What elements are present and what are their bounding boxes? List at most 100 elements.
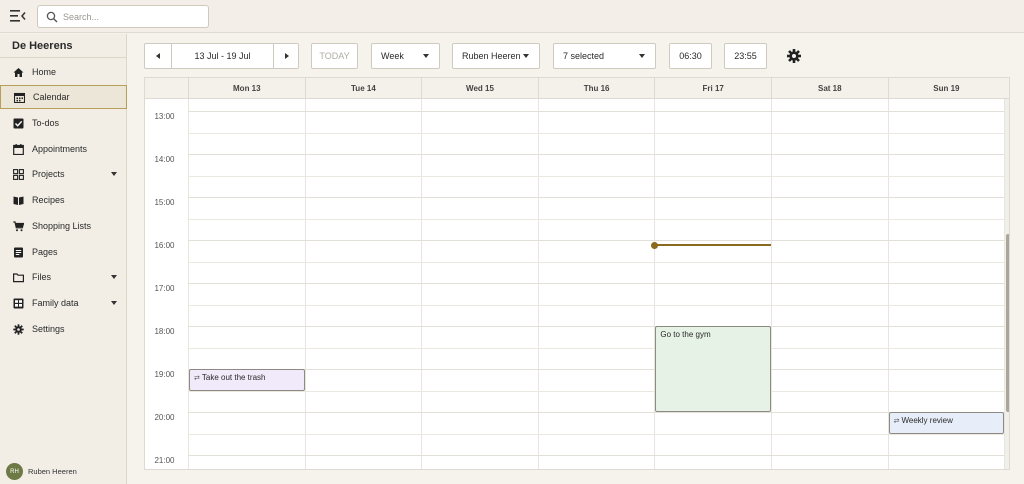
person-select[interactable]: Ruben Heeren: [452, 43, 540, 69]
chevron-down-icon[interactable]: [111, 172, 117, 176]
chevron-down-icon[interactable]: [111, 275, 117, 279]
calendar-blank-icon: [13, 143, 24, 155]
book-icon: [13, 196, 24, 205]
day-header[interactable]: Tue 14: [304, 78, 422, 99]
time-gridline: [188, 455, 1004, 456]
day-header[interactable]: Mon 13: [188, 78, 305, 99]
person-select-value: Ruben Heeren: [462, 51, 521, 61]
week-calendar: Mon 13 Tue 14 Wed 15 Thu 16 Fri 17 Sat 18 Sun …: [144, 77, 1010, 470]
sidebar-item-label: Home: [32, 67, 57, 77]
event-title: Weekly review: [901, 416, 953, 425]
today-button[interactable]: TODAY: [311, 43, 358, 69]
view-select-value: Week: [381, 51, 404, 61]
next-week-button[interactable]: [274, 44, 300, 68]
time-gridline: [188, 347, 1004, 349]
search-icon: [46, 11, 58, 23]
user-name: Ruben Heeren: [28, 467, 77, 476]
current-time-dot: [651, 241, 659, 249]
event-title: Take out the trash: [201, 373, 266, 382]
chevron-down-icon: [523, 54, 529, 58]
top-bar: [0, 0, 1024, 33]
grid-icon: [13, 168, 24, 180]
day-header[interactable]: Sat 18: [771, 78, 888, 99]
sidebar-item-appointments[interactable]: Appointments: [0, 137, 127, 161]
arrow-left-icon: [156, 53, 160, 59]
view-select[interactable]: Week: [371, 43, 440, 69]
sidebar-item-files[interactable]: Files: [0, 265, 127, 289]
date-navigator: 13 Jul - 19 Jul: [144, 43, 299, 69]
sidebar-item-calendar[interactable]: Calendar: [0, 85, 127, 109]
search-input[interactable]: [63, 9, 203, 25]
sidebar-item-label: Appointments: [32, 144, 88, 154]
time-label: 14:00: [154, 155, 175, 164]
sidebar-item-label: Projects: [32, 169, 65, 179]
sidebar-item-label: Calendar: [33, 92, 70, 102]
home-icon: [13, 67, 24, 77]
chevron-down-icon[interactable]: [111, 301, 117, 305]
event-title: Go to the gym: [660, 330, 711, 339]
time-gridline: [188, 175, 1004, 177]
day-header[interactable]: Sun 19: [887, 78, 1005, 99]
date-range-label: 13 Jul - 19 Jul: [171, 44, 274, 68]
sidebar: De Heerens Home Calendar To-dos Appointm…: [0, 34, 127, 484]
recurring-icon: ⇄: [893, 418, 900, 425]
calendars-select[interactable]: 7 selected: [553, 43, 656, 69]
avatar: RH: [6, 463, 23, 480]
time-gridline: [188, 433, 1004, 435]
calendar-event[interactable]: ⇄ Take out the trash: [189, 369, 305, 391]
day-header[interactable]: Wed 15: [421, 78, 538, 99]
time-label: 16:00: [154, 241, 175, 250]
time-gridline: [188, 326, 1004, 327]
sidebar-item-projects[interactable]: Projects: [0, 162, 127, 186]
calendar-event[interactable]: Go to the gym: [655, 326, 771, 412]
calendars-select-value: 7 selected: [563, 51, 605, 61]
time-gridline: [188, 369, 1004, 370]
search-box[interactable]: [37, 5, 209, 28]
sidebar-item-settings[interactable]: Settings: [0, 317, 127, 341]
cart-icon: [13, 220, 24, 231]
day-header[interactable]: Fri 17: [654, 78, 771, 99]
time-gridline: [188, 283, 1004, 284]
brand-title: De Heerens: [0, 34, 126, 58]
current-time-line: [654, 244, 771, 247]
folder-icon: [13, 272, 24, 282]
menu-collapse-icon[interactable]: [10, 9, 26, 23]
sidebar-item-shopping-lists[interactable]: Shopping Lists: [0, 214, 127, 238]
day-header[interactable]: Thu 16: [537, 78, 655, 99]
time-gridline: [188, 197, 1004, 198]
start-time-input[interactable]: 06:30: [669, 43, 712, 69]
checkbox-icon: [13, 118, 24, 128]
chevron-down-icon: [423, 54, 429, 58]
sidebar-item-recipes[interactable]: Recipes: [0, 188, 127, 212]
gear-icon[interactable]: [786, 48, 802, 64]
user-profile[interactable]: RH Ruben Heeren: [6, 463, 77, 480]
sidebar-item-label: To-dos: [32, 118, 60, 128]
time-label: 19:00: [154, 370, 175, 379]
time-gridline: [188, 390, 1004, 392]
sidebar-item-label: Settings: [32, 324, 65, 334]
time-gridline: [188, 240, 1004, 241]
sidebar-item-pages[interactable]: Pages: [0, 240, 127, 264]
sidebar-item-home[interactable]: Home: [0, 60, 127, 84]
calendar-event[interactable]: ⇄ Weekly review: [888, 412, 1005, 434]
calendar-header: Mon 13 Tue 14 Wed 15 Thu 16 Fri 17 Sat 18 Sun …: [145, 78, 1009, 99]
time-gridline: [188, 412, 1004, 413]
time-label: 17:00: [154, 284, 175, 293]
sidebar-item-label: Pages: [32, 247, 58, 257]
previous-week-button[interactable]: [145, 44, 171, 68]
time-gridline: [188, 132, 1004, 134]
chevron-down-icon: [639, 54, 645, 58]
gear-icon: [13, 323, 24, 335]
time-label: 18:00: [154, 327, 175, 336]
sidebar-item-family-data[interactable]: Family data: [0, 291, 127, 315]
time-gridline: [188, 111, 1004, 112]
time-gridline: [188, 261, 1004, 263]
day-column-divider: [1004, 99, 1006, 469]
time-label: 13:00: [154, 112, 175, 121]
sidebar-item-label: Family data: [32, 298, 79, 308]
calendar-scrollbar-thumb[interactable]: [1006, 234, 1009, 412]
arrow-right-icon: [285, 53, 289, 59]
end-time-input[interactable]: 23:55: [724, 43, 767, 69]
sidebar-item-todos[interactable]: To-dos: [0, 111, 127, 135]
sidebar-item-label: Shopping Lists: [32, 221, 92, 231]
